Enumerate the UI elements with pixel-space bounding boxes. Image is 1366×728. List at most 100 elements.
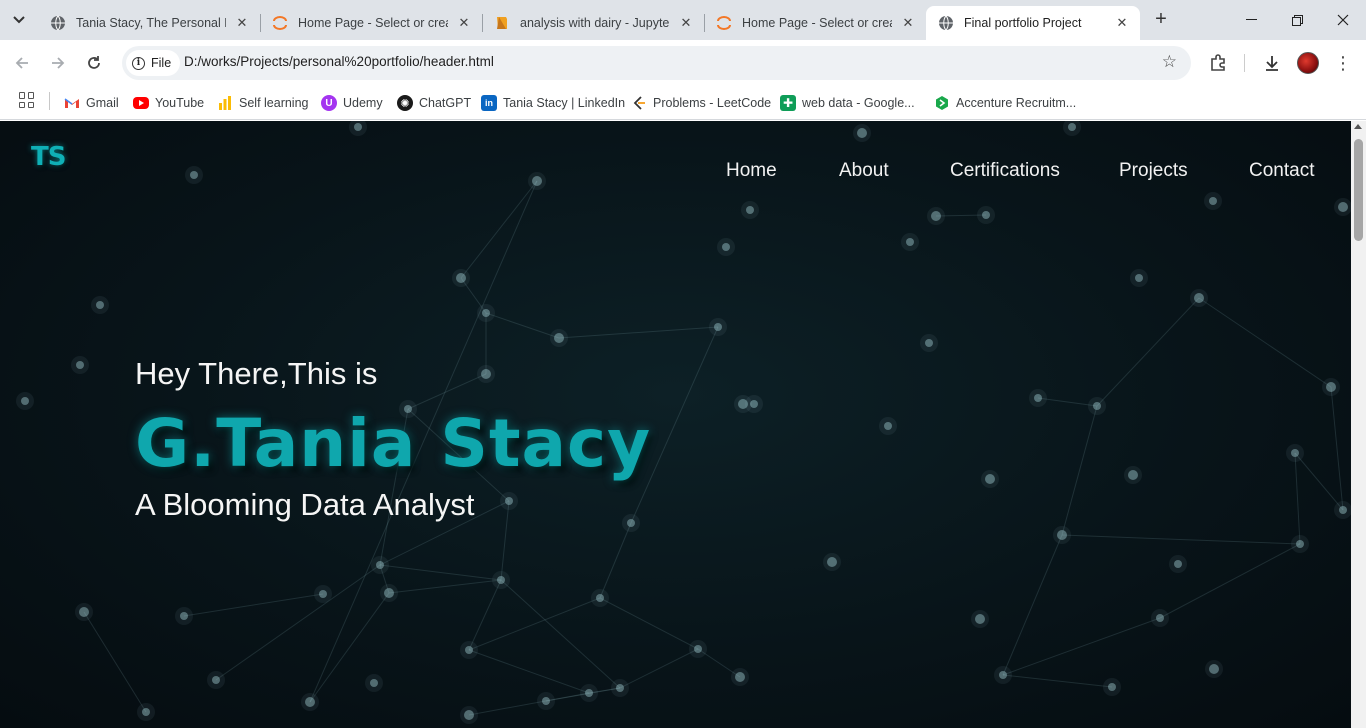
- network-node: [79, 607, 89, 617]
- close-tab-icon[interactable]: ✕: [1114, 15, 1130, 31]
- bookmark-web-data[interactable]: ✚ web data - Google...: [780, 92, 915, 114]
- bookmark-chatgpt[interactable]: ✺ ChatGPT: [397, 92, 471, 114]
- network-node: [596, 594, 604, 602]
- close-tab-icon[interactable]: ✕: [678, 15, 694, 31]
- network-node: [464, 710, 474, 720]
- site-info-chip[interactable]: i File: [126, 50, 181, 76]
- hero-name: G.Tania Stacy: [135, 405, 652, 482]
- hero-role: A Blooming Data Analyst: [135, 487, 475, 522]
- network-node: [142, 708, 150, 716]
- nav-link-about[interactable]: About: [839, 160, 889, 182]
- close-tab-icon[interactable]: ✕: [456, 15, 472, 31]
- network-node: [1068, 123, 1076, 131]
- network-node: [694, 645, 702, 653]
- tab-4-active[interactable]: Final portfolio Project ✕: [926, 6, 1140, 40]
- new-tab-plus-icon[interactable]: +: [1150, 9, 1172, 31]
- network-link: [1061, 534, 1301, 545]
- network-link: [1002, 534, 1063, 676]
- network-link: [1159, 543, 1301, 619]
- bookmark-accenture[interactable]: Accenture Recruitm...: [934, 92, 1076, 114]
- page-scrollbar[interactable]: [1351, 121, 1366, 728]
- tab-1[interactable]: Home Page - Select or creat ✕: [260, 6, 483, 40]
- network-link: [1002, 674, 1113, 688]
- network-link: [183, 593, 324, 617]
- network-link: [599, 597, 699, 650]
- gmail-icon: [64, 95, 80, 111]
- bookmark-star-icon[interactable]: ☆: [1162, 53, 1177, 71]
- nav-link-projects[interactable]: Projects: [1119, 160, 1188, 182]
- bookmark-udemy[interactable]: U Udemy: [321, 92, 383, 114]
- nav-link-certifications[interactable]: Certifications: [950, 160, 1060, 182]
- bookmark-leetcode[interactable]: Problems - LeetCode: [631, 92, 771, 114]
- network-node: [1174, 560, 1182, 568]
- network-node: [750, 400, 758, 408]
- network-node: [627, 519, 635, 527]
- back-arrow-icon[interactable]: [8, 49, 36, 77]
- scroll-up-arrow-icon[interactable]: [1354, 124, 1362, 129]
- profile-avatar[interactable]: [1297, 52, 1319, 74]
- network-link: [485, 312, 560, 339]
- bookmark-linkedin[interactable]: in Tania Stacy | LinkedIn: [481, 92, 625, 114]
- menu-kebab-icon[interactable]: ⋮: [1334, 50, 1352, 76]
- network-link: [215, 564, 381, 681]
- network-link: [468, 649, 590, 694]
- apps-grid-icon[interactable]: [19, 92, 35, 108]
- network-link: [407, 373, 487, 410]
- address-bar[interactable]: i File D:/works/Projects/personal%20port…: [122, 46, 1191, 80]
- network-node: [384, 588, 394, 598]
- network-node: [190, 171, 198, 179]
- udemy-icon: U: [321, 95, 337, 111]
- hero-greeting: Hey There,This is: [135, 356, 378, 391]
- tab-search-chevron-icon[interactable]: [6, 7, 32, 33]
- leetcode-icon: [631, 95, 647, 111]
- network-node: [76, 361, 84, 369]
- bookmark-youtube[interactable]: YouTube: [133, 92, 204, 114]
- network-node: [857, 128, 867, 138]
- site-chip-label: File: [151, 56, 172, 70]
- nav-link-contact[interactable]: Contact: [1249, 160, 1314, 182]
- minimize-icon[interactable]: [1228, 0, 1274, 40]
- tab-3[interactable]: Home Page - Select or creat ✕: [704, 6, 926, 40]
- network-node: [505, 497, 513, 505]
- network-link: [1198, 297, 1332, 388]
- bookmark-label: Accenture Recruitm...: [956, 96, 1077, 110]
- network-link: [460, 180, 538, 279]
- notebook-icon: [494, 15, 510, 31]
- network-link: [1096, 297, 1200, 407]
- site-logo[interactable]: TS: [31, 142, 66, 172]
- close-window-icon[interactable]: [1320, 0, 1366, 40]
- network-node: [616, 684, 624, 692]
- network-node: [1057, 530, 1067, 540]
- network-link: [558, 326, 719, 339]
- accenture-icon: [934, 95, 950, 111]
- network-node: [975, 614, 985, 624]
- network-node: [985, 474, 995, 484]
- bookmark-gmail[interactable]: Gmail: [64, 92, 119, 114]
- network-node: [1128, 470, 1138, 480]
- network-node: [735, 672, 745, 682]
- close-tab-icon[interactable]: ✕: [234, 15, 250, 31]
- network-node: [370, 679, 378, 687]
- url-text[interactable]: D:/works/Projects/personal%20portfolio/h…: [184, 54, 494, 69]
- close-tab-icon[interactable]: ✕: [900, 15, 916, 31]
- reload-icon[interactable]: [80, 49, 108, 77]
- download-icon[interactable]: [1259, 50, 1285, 76]
- page-viewport: TS Home About Certifications Projects Co…: [0, 121, 1351, 728]
- network-link: [1002, 617, 1161, 676]
- bookmark-label: Gmail: [86, 96, 119, 110]
- tab-2[interactable]: analysis with dairy - Jupyter ✕: [482, 6, 705, 40]
- tab-0[interactable]: Tania Stacy, The Personal Po ✕: [38, 6, 261, 40]
- scrollbar-thumb[interactable]: [1354, 139, 1363, 241]
- network-node: [96, 301, 104, 309]
- network-link: [1294, 452, 1301, 545]
- extensions-puzzle-icon[interactable]: [1205, 50, 1231, 76]
- network-node: [1291, 449, 1299, 457]
- bookmark-self-learning[interactable]: Self learning: [217, 92, 309, 114]
- toolbar-separator: [1244, 54, 1245, 72]
- nav-link-home[interactable]: Home: [726, 160, 777, 182]
- tab-title: analysis with dairy - Jupyter: [520, 16, 670, 30]
- network-link: [599, 522, 632, 599]
- forward-arrow-icon[interactable]: [44, 49, 72, 77]
- restore-icon[interactable]: [1274, 0, 1320, 40]
- network-node: [906, 238, 914, 246]
